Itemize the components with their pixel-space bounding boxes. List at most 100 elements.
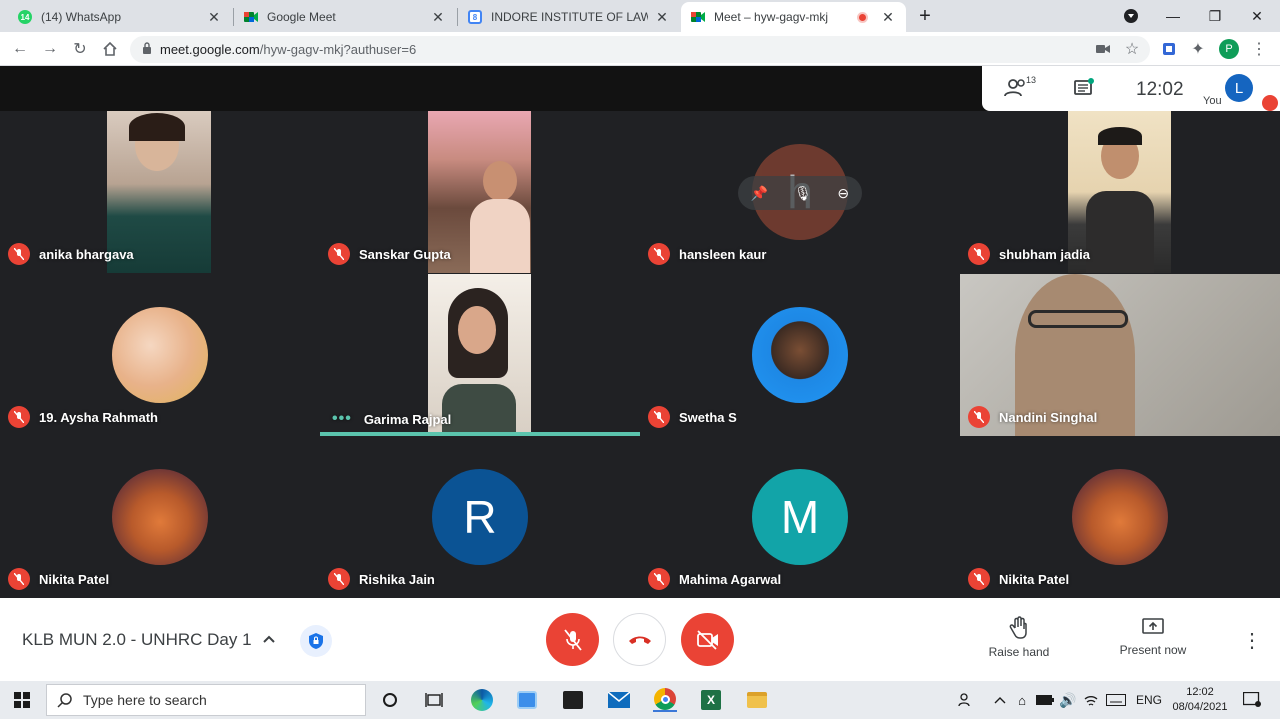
participant-tile[interactable]: Nandini Singhal	[960, 274, 1280, 436]
participant-name: 19. Aysha Rahmath	[39, 409, 158, 425]
notification-center-icon[interactable]	[1240, 688, 1264, 712]
forward-icon[interactable]: →	[39, 38, 61, 60]
mic-off-icon	[328, 243, 350, 265]
extensions-puzzle-icon[interactable]: ✦	[1187, 38, 1209, 60]
excel-icon[interactable]: X	[699, 688, 723, 712]
camera-off-icon	[696, 629, 718, 650]
chat-button[interactable]	[1073, 78, 1095, 103]
camera-toggle-button[interactable]	[681, 613, 734, 666]
cortana-icon[interactable]	[378, 688, 402, 712]
participant-tile[interactable]: Swetha S	[640, 274, 960, 436]
new-tab-button[interactable]: +	[904, 0, 946, 32]
tab-title: (14) WhatsApp	[41, 10, 122, 24]
present-now-button[interactable]: Present now	[1112, 618, 1194, 657]
participant-tile[interactable]: h 📌 🎙 ⊖ hansleen kaur	[640, 111, 960, 273]
tray-chevron-up-icon[interactable]	[988, 688, 1012, 712]
participant-name: Nikita Patel	[999, 571, 1070, 587]
people-tray-icon[interactable]	[954, 688, 978, 712]
language-indicator[interactable]: ENG	[1136, 693, 1162, 707]
close-tab-icon[interactable]: ✕	[654, 9, 670, 26]
restore-icon[interactable]: ❐	[1194, 0, 1236, 32]
host-controls-shield-icon[interactable]	[300, 625, 332, 657]
mic-off-icon	[328, 568, 350, 590]
participant-tile[interactable]: 19. Aysha Rahmath	[0, 274, 320, 436]
lock-icon	[142, 42, 152, 57]
close-tab-icon[interactable]: ✕	[206, 9, 222, 26]
leave-call-button[interactable]	[613, 613, 666, 666]
home-icon[interactable]	[99, 38, 121, 60]
mail-icon[interactable]	[607, 688, 631, 712]
battery-icon[interactable]	[1033, 688, 1057, 712]
participant-tile[interactable]: Nikita Patel	[960, 436, 1280, 598]
participant-nametag: Rishika Jain	[328, 568, 435, 590]
profile-avatar[interactable]: P	[1218, 38, 1240, 60]
edge-icon[interactable]	[470, 688, 494, 712]
taskbar-search-box[interactable]: Type here to search	[46, 684, 366, 716]
windows-start-icon[interactable]	[10, 688, 34, 712]
participant-nametag: Swetha S	[648, 406, 737, 428]
keyboard-icon[interactable]	[1104, 688, 1128, 712]
participant-tile[interactable]: R Rishika Jain	[320, 436, 640, 598]
self-avatar[interactable]: L	[1225, 74, 1253, 102]
camera-icon[interactable]	[1092, 38, 1114, 60]
close-tab-icon[interactable]: ✕	[880, 9, 896, 26]
participant-avatar: R	[432, 469, 528, 565]
extension-icon[interactable]	[1158, 38, 1180, 60]
remove-participant-icon[interactable]: ⊖	[837, 185, 849, 202]
wifi-icon[interactable]	[1079, 688, 1103, 712]
avatar-initial: R	[463, 491, 497, 543]
participant-nametag: Nikita Patel	[968, 568, 1069, 590]
participant-tile[interactable]: anika bhargava	[0, 111, 320, 273]
participant-avatar: M	[752, 469, 848, 565]
mic-off-icon	[648, 243, 670, 265]
minimize-icon[interactable]: —	[1152, 0, 1194, 32]
mic-toggle-button[interactable]	[546, 613, 599, 666]
volume-icon[interactable]: 🔊	[1056, 688, 1080, 712]
mic-off-icon	[968, 568, 990, 590]
tab-meet-active[interactable]: Meet – hyw-gagv-mkj ✕	[681, 2, 906, 32]
participant-name: hansleen kaur	[679, 246, 767, 262]
participant-name: Garima Rajpal	[363, 411, 452, 427]
you-label: You	[1203, 95, 1222, 107]
meeting-details-button[interactable]: KLB MUN 2.0 - UNHRC Day 1	[22, 630, 276, 650]
participant-avatar	[112, 469, 208, 565]
url-field[interactable]: meet.google.com/hyw-gagv-mkj?authuser=6	[130, 36, 1150, 63]
tab-google-meet[interactable]: Google Meet ✕	[234, 2, 456, 32]
store-icon[interactable]	[561, 688, 585, 712]
mute-participant-icon[interactable]: 🎙	[794, 185, 812, 202]
tab-search-icon[interactable]	[1110, 0, 1152, 32]
menu-kebab-icon[interactable]: ⋮	[1248, 38, 1270, 60]
meet-controls-bar: KLB MUN 2.0 - UNHRC Day 1 Raise hand Pre…	[0, 598, 1280, 681]
participant-name: Rishika Jain	[359, 571, 435, 587]
profile-initial: P	[1219, 39, 1239, 59]
participant-tile[interactable]: Sanskar Gupta	[320, 111, 640, 273]
taskbar-clock[interactable]: 12:02 08/04/2021	[1165, 685, 1235, 715]
participant-tile-active-speaker[interactable]: ••• Garima Rajpal	[320, 274, 640, 436]
raise-hand-button[interactable]: Raise hand	[982, 616, 1056, 659]
raise-hand-label: Raise hand	[988, 645, 1050, 659]
close-tab-icon[interactable]: ✕	[430, 9, 446, 26]
chrome-taskbar-icon[interactable]	[653, 688, 677, 712]
more-options-icon[interactable]: ⋮	[1242, 628, 1262, 653]
tab-title: Google Meet	[267, 10, 336, 24]
pin-icon[interactable]: 📌	[751, 185, 768, 202]
participants-button[interactable]: 13	[1004, 75, 1036, 98]
participant-tile[interactable]: shubham jadia	[960, 111, 1280, 273]
bookmark-star-icon[interactable]: ☆	[1121, 38, 1143, 60]
device-tray-icon[interactable]: ⌂	[1010, 688, 1034, 712]
participant-tile[interactable]: Nikita Patel	[0, 436, 320, 598]
reload-icon[interactable]: ↻	[69, 38, 91, 60]
file-explorer-icon[interactable]	[745, 688, 769, 712]
close-window-icon[interactable]: ✕	[1236, 0, 1278, 32]
tab-indore-institute[interactable]: 8 INDORE INSTITUTE OF LAW – Ca ✕	[458, 2, 680, 32]
participant-tile[interactable]: M Mahima Agarwal	[640, 436, 960, 598]
present-screen-icon	[1142, 618, 1164, 634]
mic-off-icon	[968, 406, 990, 428]
media-player-icon[interactable]	[515, 688, 539, 712]
meeting-clock: 12:02	[1136, 79, 1184, 100]
tab-whatsapp[interactable]: 14 (14) WhatsApp ✕	[8, 2, 232, 32]
back-icon[interactable]: ←	[9, 38, 31, 60]
task-view-icon[interactable]	[422, 688, 446, 712]
participant-nametag: Mahima Agarwal	[648, 568, 781, 590]
google-meet-icon	[691, 10, 705, 24]
